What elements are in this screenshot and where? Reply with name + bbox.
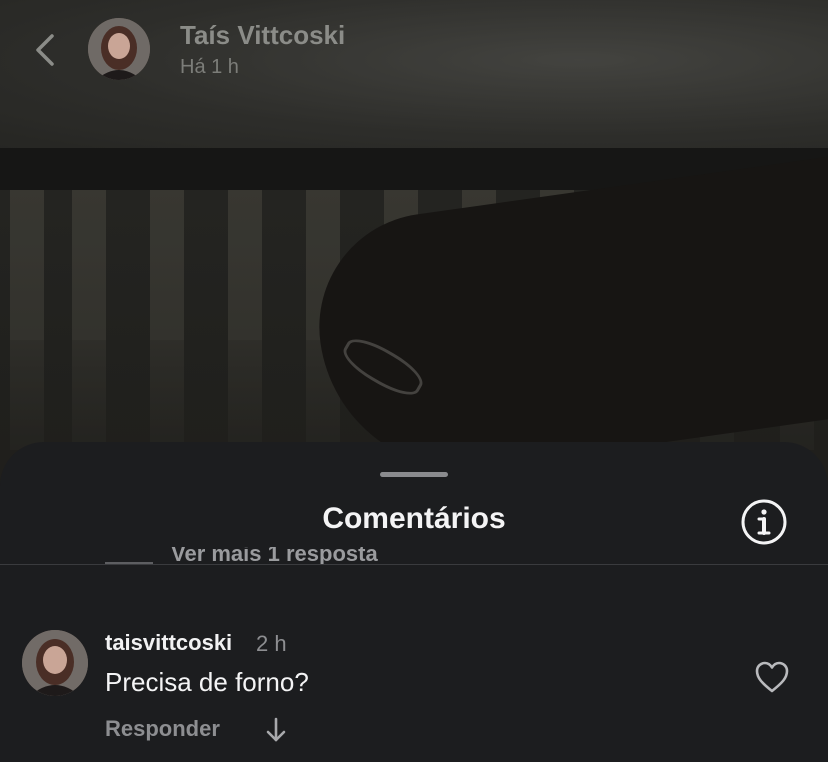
- sheet-grabber[interactable]: [380, 472, 448, 477]
- chevron-left-icon[interactable]: [30, 30, 60, 70]
- comments-sheet: Comentários Ver mais 1 resposta taisvitt…: [0, 442, 828, 762]
- story-posted-time: Há 1 h: [180, 56, 239, 78]
- reply-button[interactable]: Responder: [105, 716, 220, 742]
- comment-avatar[interactable]: [22, 630, 88, 696]
- view-more-replies-label: Ver mais 1 resposta: [171, 547, 378, 565]
- info-icon[interactable]: [740, 498, 788, 546]
- story-author-avatar[interactable]: [88, 18, 150, 80]
- story-header: Taís Vittcoski Há 1 h: [0, 0, 828, 100]
- comment-username[interactable]: taisvittcoski: [105, 630, 232, 656]
- story-screen: Taís Vittcoski Há 1 h Comentários Ver ma…: [0, 0, 828, 762]
- view-more-replies[interactable]: Ver mais 1 resposta: [105, 547, 378, 565]
- heart-icon[interactable]: [754, 660, 790, 694]
- comment-text: Precisa de forno?: [105, 667, 309, 697]
- arrow-down-icon[interactable]: [264, 716, 288, 744]
- header-divider: [0, 564, 828, 565]
- story-author-name[interactable]: Taís Vittcoski: [180, 20, 345, 51]
- sheet-title: Comentários: [322, 502, 506, 535]
- comment-time: 2 h: [256, 631, 287, 656]
